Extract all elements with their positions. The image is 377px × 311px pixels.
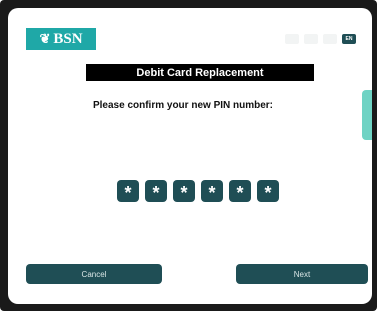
side-accent bbox=[362, 90, 372, 140]
pin-digit: * bbox=[117, 180, 139, 202]
language-option[interactable] bbox=[304, 34, 318, 44]
pin-entry-field[interactable]: * * * * * * bbox=[117, 180, 279, 202]
language-option-en[interactable]: EN bbox=[342, 34, 356, 44]
pin-prompt: Please confirm your new PIN number: bbox=[92, 100, 274, 111]
pin-digit: * bbox=[229, 180, 251, 202]
bsn-logo: ❦ BSN bbox=[26, 28, 96, 50]
screen-title: Debit Card Replacement bbox=[86, 64, 314, 81]
logo-text: BSN bbox=[53, 30, 83, 47]
next-button[interactable]: Next bbox=[236, 264, 368, 284]
pin-digit: * bbox=[145, 180, 167, 202]
pin-digit: * bbox=[201, 180, 223, 202]
pin-digit: * bbox=[257, 180, 279, 202]
pinecone-icon: ❦ bbox=[39, 31, 51, 46]
language-option[interactable] bbox=[285, 34, 299, 44]
cancel-button[interactable]: Cancel bbox=[26, 264, 162, 284]
language-option[interactable] bbox=[323, 34, 337, 44]
pin-digit: * bbox=[173, 180, 195, 202]
language-selector: EN bbox=[285, 34, 356, 44]
atm-screen: ❦ BSN EN Debit Card Replacement Please c… bbox=[8, 8, 372, 304]
